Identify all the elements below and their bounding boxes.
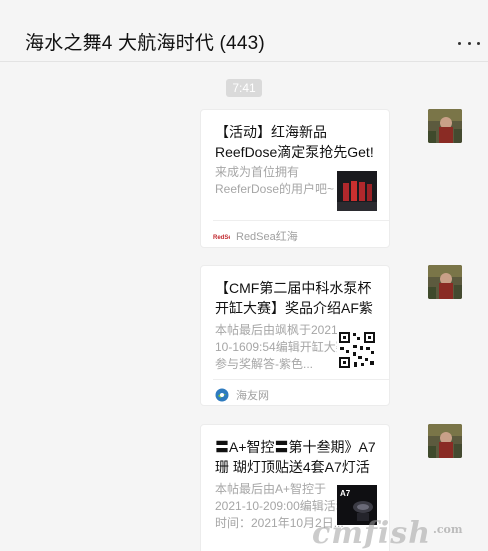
message-timestamp: 7:41: [226, 79, 262, 97]
link-card[interactable]: 【活动】红海新品ReefDose滴定泵抢先Get! 来成为首位拥有ReeferD…: [200, 109, 390, 248]
redsea-logo-icon: RedSe: [213, 229, 230, 243]
haiyou-logo-icon: [213, 388, 230, 402]
watermark-text: cmfish: [312, 516, 432, 551]
svg-text:RedSe: RedSe: [213, 235, 230, 241]
card-thumbnail-qrcode: [337, 330, 377, 370]
avatar[interactable]: [428, 109, 462, 143]
card-divider: [213, 379, 389, 380]
watermark-suffix: .com: [433, 523, 463, 536]
card-source-name: RedSea红海: [236, 231, 298, 243]
card-divider: [213, 220, 389, 221]
card-source-name: 海友网: [236, 390, 269, 402]
site-watermark: cmfish .com: [312, 516, 463, 551]
card-source: RedSe RedSea红海: [213, 228, 377, 244]
card-title: 【CMF第二届中科水泵杯开缸大赛】奖品介绍AF紫色森林篇，...: [215, 280, 373, 316]
link-card[interactable]: 【CMF第二届中科水泵杯开缸大赛】奖品介绍AF紫色森林篇，... 本帖最后由飒枫…: [200, 265, 390, 406]
avatar[interactable]: [428, 265, 462, 299]
thumb-label: A7: [340, 489, 351, 498]
card-thumbnail: [337, 171, 377, 211]
card-source: 海友网: [213, 387, 377, 403]
chat-header: 海水之舞4 大航海时代 (443): [0, 0, 488, 62]
more-dots-icon[interactable]: [458, 36, 480, 50]
avatar[interactable]: [428, 424, 462, 458]
chat-title: 海水之舞4 大航海时代 (443): [25, 33, 265, 54]
card-description: 本帖最后由飒枫于2021-10-1609:54编辑开缸大赛参与奖解答-紫色...: [215, 323, 348, 371]
card-description: 来成为首位拥有ReeferDose的用户吧~: [215, 165, 335, 196]
card-title: 【活动】红海新品ReefDose滴定泵抢先Get!: [215, 124, 374, 160]
card-title: 〓A+智控〓第十叁期》A7珊 瑚灯顶贴送4套A7灯活动开始!: [215, 439, 376, 475]
